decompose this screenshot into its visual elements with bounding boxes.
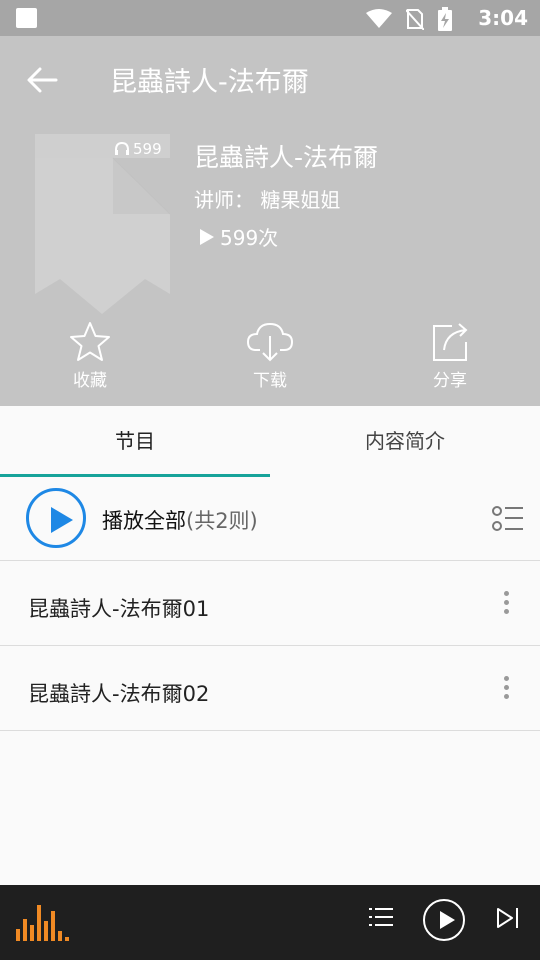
teacher-label: 讲师： — [194, 188, 254, 212]
album-teacher: 讲师： 糖果姐姐 — [194, 184, 340, 213]
no-sim-icon — [406, 9, 424, 30]
album-play-count: 599次 — [200, 222, 278, 251]
tab-bar: 节目 内容简介 — [0, 406, 540, 477]
skip-next-icon[interactable] — [496, 907, 520, 929]
status-bar: 3:04 — [0, 0, 540, 36]
listen-count-value: 599 — [133, 140, 162, 158]
share-button[interactable]: 分享 — [410, 320, 490, 391]
more-vertical-icon[interactable] — [502, 591, 510, 619]
play-all-row[interactable]: 播放全部(共2则) — [0, 477, 540, 561]
mini-player — [0, 885, 540, 960]
play-button[interactable] — [423, 899, 465, 941]
select-list-icon[interactable] — [492, 505, 524, 533]
play-all-text: 播放全部 — [102, 509, 186, 533]
play-count-value: 599次 — [220, 226, 279, 250]
tab-episodes[interactable]: 节目 — [0, 406, 270, 477]
favorite-button[interactable]: 收藏 — [50, 320, 130, 391]
list-item[interactable]: 昆蟲詩人-法布爾01 — [0, 561, 540, 646]
battery-charging-icon — [438, 7, 452, 31]
download-button[interactable]: 下载 — [230, 320, 310, 391]
status-icons — [366, 7, 452, 31]
teacher-name: 糖果姐姐 — [260, 188, 341, 212]
headphones-icon — [115, 142, 129, 155]
playlist-icon[interactable] — [369, 907, 393, 927]
album-cover-placeholder — [35, 134, 170, 314]
album-title: 昆蟲詩人-法布爾 — [194, 143, 379, 172]
favorite-label: 收藏 — [73, 371, 107, 391]
listen-count: 599 — [114, 140, 162, 158]
play-all-label: 播放全部(共2则) — [102, 505, 258, 535]
equalizer-icon[interactable] — [16, 903, 69, 941]
empty-area — [0, 731, 540, 885]
play-all-icon[interactable] — [26, 488, 86, 548]
episode-title: 昆蟲詩人-法布爾01 — [28, 597, 210, 621]
list-item[interactable]: 昆蟲詩人-法布爾02 — [0, 646, 540, 731]
page-title: 昆蟲詩人-法布爾 — [110, 67, 309, 98]
more-vertical-icon[interactable] — [502, 676, 510, 704]
play-triangle-icon — [200, 228, 214, 245]
status-time: 3:04 — [478, 6, 528, 30]
share-label: 分享 — [433, 371, 467, 391]
wifi-icon — [366, 9, 392, 28]
share-icon — [433, 323, 468, 361]
download-label: 下载 — [253, 371, 287, 391]
tab-intro[interactable]: 内容简介 — [270, 406, 540, 477]
album-header: 昆蟲詩人-法布爾 599 昆蟲詩人-法布爾 讲师： 糖果姐姐 599次 收藏 下… — [0, 36, 540, 406]
episode-title: 昆蟲詩人-法布爾02 — [28, 682, 210, 706]
episode-count: (共2则) — [186, 509, 258, 533]
notification-icon — [16, 8, 37, 28]
star-icon — [70, 322, 110, 361]
back-arrow-icon[interactable] — [22, 60, 62, 100]
cloud-download-icon — [246, 322, 294, 362]
